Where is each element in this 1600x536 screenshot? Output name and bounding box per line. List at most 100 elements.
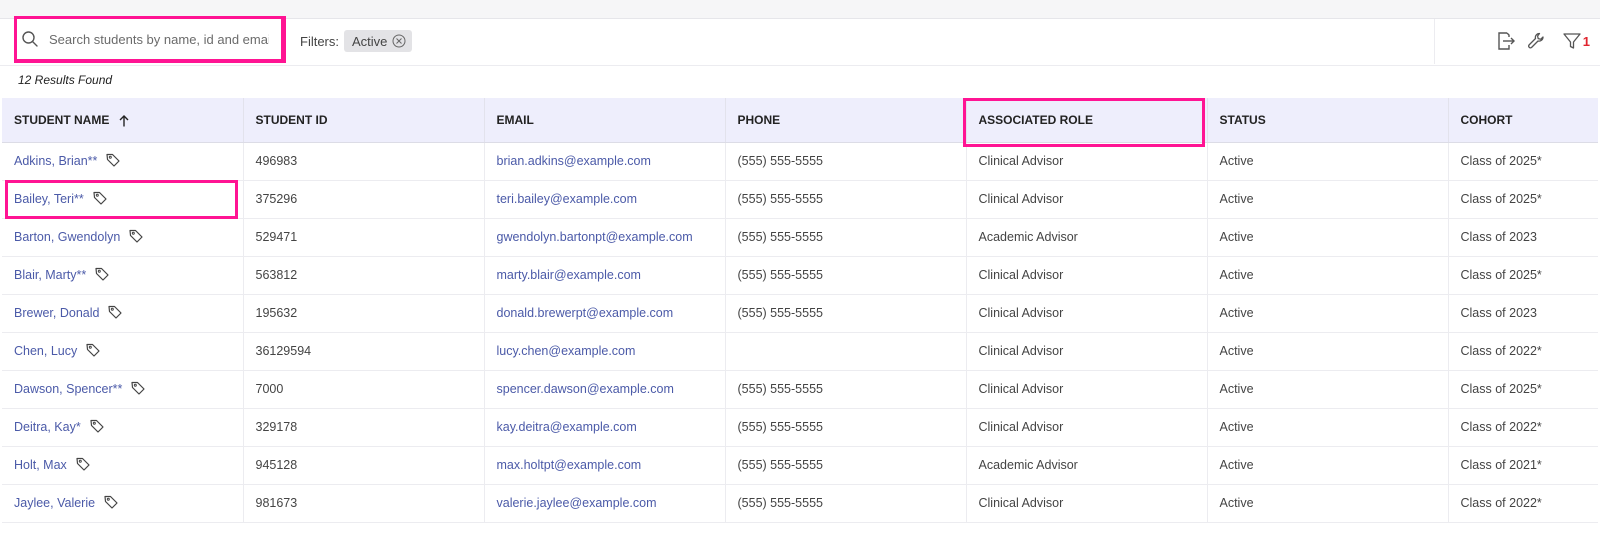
email-link[interactable]: max.holtpt@example.com: [497, 458, 642, 472]
sort-ascending-icon[interactable]: [119, 114, 129, 127]
wrench-icon[interactable]: [1525, 30, 1547, 52]
tag-icon[interactable]: [130, 380, 146, 399]
student-name-link[interactable]: Holt, Max: [14, 457, 67, 471]
student-name-link[interactable]: Bailey, Teri**: [14, 191, 84, 205]
filter-chip-label: Active: [352, 33, 388, 49]
column-header-student-id[interactable]: STUDENT ID: [243, 98, 485, 143]
tag-icon[interactable]: [85, 342, 101, 361]
student-name-link[interactable]: Adkins, Brian**: [14, 153, 97, 167]
cell-email: max.holtpt@example.com: [484, 446, 726, 485]
cell-cohort: Class of 2025*: [1448, 256, 1598, 295]
cell-associated-role: Clinical Advisor: [966, 484, 1208, 523]
cell-status: Active: [1207, 484, 1449, 523]
student-name-link[interactable]: Blair, Marty**: [14, 267, 86, 281]
cell-associated-role: Clinical Advisor: [966, 332, 1208, 371]
email-link[interactable]: lucy.chen@example.com: [497, 344, 636, 358]
toolbar-divider: [1434, 19, 1435, 64]
cell-student-id: 563812: [243, 256, 485, 295]
email-link[interactable]: kay.deitra@example.com: [497, 420, 637, 434]
cell-associated-role: Academic Advisor: [966, 218, 1208, 257]
table-row[interactable]: Barton, Gwendolyn 529471 gwendolyn.bartonp…: [2, 218, 1598, 257]
cell-status: Active: [1207, 446, 1449, 485]
tag-icon[interactable]: [89, 418, 105, 437]
cell-associated-role: Clinical Advisor: [966, 294, 1208, 333]
cell-student-id: 496983: [243, 142, 485, 181]
cell-associated-role: Clinical Advisor: [966, 408, 1208, 447]
filters-label: Filters:: [300, 34, 339, 49]
tag-icon[interactable]: [103, 494, 119, 513]
student-name-link[interactable]: Chen, Lucy: [14, 343, 77, 357]
email-link[interactable]: marty.blair@example.com: [497, 268, 641, 282]
student-name-link[interactable]: Barton, Gwendolyn: [14, 229, 120, 243]
cell-phone: (555) 555-5555: [725, 218, 967, 257]
table-row[interactable]: Chen, Lucy 36129594 lucy.chen@example.com C…: [2, 332, 1598, 371]
cell-student-name: Deitra, Kay*: [2, 408, 244, 447]
cell-cohort: Class of 2025*: [1448, 142, 1598, 181]
cell-cohort: Class of 2023: [1448, 294, 1598, 333]
column-header-label: STATUS: [1219, 112, 1266, 127]
cell-student-name: Barton, Gwendolyn: [2, 218, 244, 257]
column-header-label: EMAIL: [496, 112, 534, 127]
cell-phone: (555) 555-5555: [725, 484, 967, 523]
table-row[interactable]: Bailey, Teri** 375296 teri.bailey@example.…: [2, 180, 1598, 219]
cell-associated-role: Clinical Advisor: [966, 256, 1208, 295]
tag-icon[interactable]: [92, 190, 108, 209]
column-header-email[interactable]: EMAIL: [484, 98, 726, 143]
table-row[interactable]: Jaylee, Valerie 981673 valerie.jaylee@exam…: [2, 484, 1598, 523]
filter-icon[interactable]: [1561, 30, 1583, 52]
student-name-link[interactable]: Dawson, Spencer**: [14, 381, 122, 395]
table-row[interactable]: Holt, Max 945128 max.holtpt@example.com (55…: [2, 446, 1598, 485]
close-icon[interactable]: [392, 34, 406, 48]
cell-student-name: Brewer, Donald: [2, 294, 244, 333]
tag-icon[interactable]: [107, 304, 123, 323]
tag-icon[interactable]: [75, 456, 91, 475]
filter-count-badge: 1: [1582, 33, 1590, 49]
column-header-phone[interactable]: PHONE: [725, 98, 967, 143]
cell-phone: (555) 555-5555: [725, 408, 967, 447]
cell-cohort: Class of 2025*: [1448, 180, 1598, 219]
cell-student-name: Dawson, Spencer**: [2, 370, 244, 409]
cell-email: teri.bailey@example.com: [484, 180, 726, 219]
cell-phone: (555) 555-5555: [725, 256, 967, 295]
cell-status: Active: [1207, 180, 1449, 219]
email-link[interactable]: valerie.jaylee@example.com: [497, 496, 657, 510]
column-header-cohort[interactable]: COHORT: [1448, 98, 1598, 143]
cell-cohort: Class of 2025*: [1448, 370, 1598, 409]
email-link[interactable]: spencer.dawson@example.com: [497, 382, 674, 396]
email-link[interactable]: donald.brewerpt@example.com: [497, 306, 674, 320]
email-link[interactable]: gwendolyn.bartonpt@example.com: [497, 230, 693, 244]
cell-cohort: Class of 2022*: [1448, 332, 1598, 371]
email-link[interactable]: teri.bailey@example.com: [497, 192, 638, 206]
table-row[interactable]: Dawson, Spencer** 7000 spencer.dawson@exam…: [2, 370, 1598, 409]
search-input[interactable]: [47, 30, 271, 48]
cell-student-id: 945128: [243, 446, 485, 485]
cell-email: donald.brewerpt@example.com: [484, 294, 726, 333]
cell-student-id: 375296: [243, 180, 485, 219]
student-name-link[interactable]: Deitra, Kay*: [14, 419, 81, 433]
tag-icon[interactable]: [128, 228, 144, 247]
cell-student-id: 981673: [243, 484, 485, 523]
email-link[interactable]: brian.adkins@example.com: [497, 154, 651, 168]
column-header-label: ASSOCIATED ROLE: [978, 112, 1093, 127]
cell-email: marty.blair@example.com: [484, 256, 726, 295]
student-name-link[interactable]: Brewer, Donald: [14, 305, 99, 319]
cell-associated-role: Clinical Advisor: [966, 142, 1208, 181]
table-row[interactable]: Adkins, Brian** 496983 brian.adkins@exampl…: [2, 142, 1598, 181]
table-row[interactable]: Blair, Marty** 563812 marty.blair@example.…: [2, 256, 1598, 295]
cell-status: Active: [1207, 256, 1449, 295]
column-header-student-name[interactable]: STUDENT NAME: [2, 98, 244, 143]
export-icon[interactable]: [1494, 30, 1516, 52]
tag-icon[interactable]: [105, 152, 121, 171]
tag-icon[interactable]: [94, 266, 110, 285]
cell-cohort: Class of 2022*: [1448, 408, 1598, 447]
cell-email: brian.adkins@example.com: [484, 142, 726, 181]
filter-chip-active[interactable]: Active: [344, 30, 413, 52]
student-name-link[interactable]: Jaylee, Valerie: [14, 495, 95, 509]
column-header-associated-role[interactable]: ASSOCIATED ROLE: [966, 98, 1208, 143]
column-header-status[interactable]: STATUS: [1207, 98, 1449, 143]
students-table: STUDENT NAME STUDENT ID EMAIL PHONE ASSO…: [2, 98, 1598, 523]
table-row[interactable]: Brewer, Donald 195632 donald.brewerpt@exam…: [2, 294, 1598, 333]
search-box[interactable]: [14, 16, 284, 62]
table-row[interactable]: Deitra, Kay* 329178 kay.deitra@example.com…: [2, 408, 1598, 447]
cell-student-name: Bailey, Teri**: [2, 180, 244, 219]
